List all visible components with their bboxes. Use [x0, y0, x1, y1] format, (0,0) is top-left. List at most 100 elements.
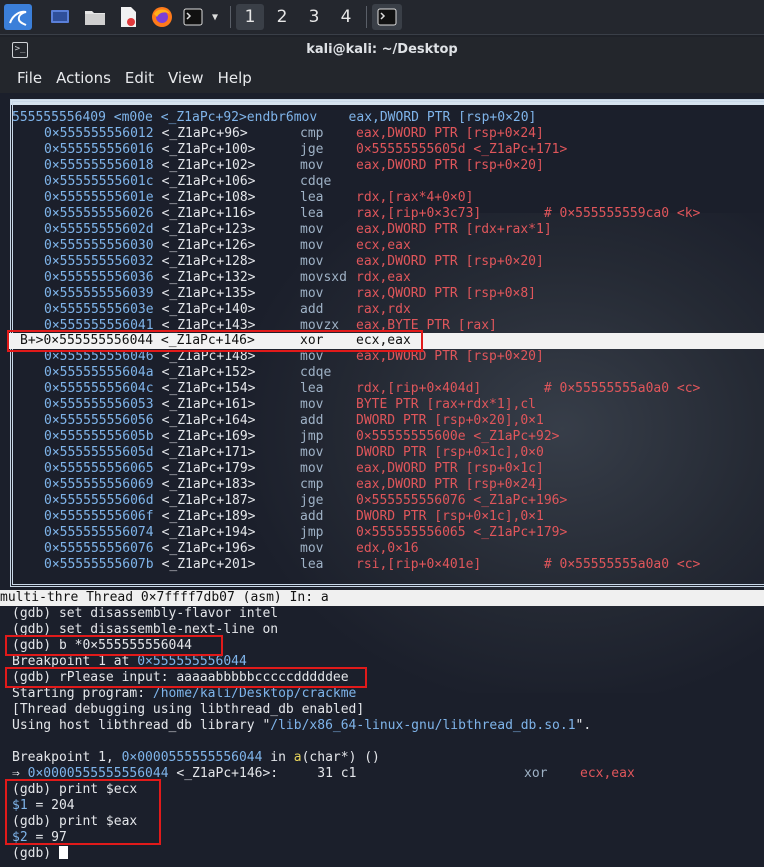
asm-row: 0×555555556056 <_Z1aPc+164> add DWORD PTR […	[44, 413, 544, 429]
asm-args: 0×555555556076 <_Z1aPc+196>	[356, 493, 568, 508]
asm-row: 0×555555556012 <_Z1aPc+96> cmp eax,DWORD PT…	[44, 126, 544, 142]
asm-op: mov	[300, 238, 324, 253]
gdb-line: Starting program: /home/kali/Desktop/cra…	[12, 686, 356, 702]
workspace-4[interactable]: 4	[332, 4, 360, 30]
workspace-label: 2	[276, 7, 288, 27]
asm-args: rsi,[rip+0×401e] # 0×55555555a0a0 <c>	[356, 557, 701, 572]
workspace-3[interactable]: 3	[300, 4, 328, 30]
asm-row: 0×555555556032 <_Z1aPc+128> mov eax,DWORD P…	[44, 254, 544, 270]
gdb-address: 0×0000555555556044	[121, 750, 263, 765]
asm-addr: 0×555555556030	[44, 238, 154, 253]
asm-sym: <_Z1aPc+169>	[161, 429, 256, 444]
asm-op: lea	[300, 557, 324, 572]
menu-file[interactable]: File	[17, 69, 42, 87]
gdb-func: a	[293, 750, 302, 765]
gdb-text: Using host libthread_db library "	[12, 718, 271, 733]
asm-addr: 0×555555556076	[44, 541, 154, 556]
asm-first-line: 555555556409 <m00e <_Z1aPc+92>endbr6mov …	[12, 110, 536, 126]
asm-op: jmp	[300, 525, 324, 540]
asm-sym: <_Z1aPc+126>	[161, 238, 256, 253]
asm-sym: <_Z1aPc+154>	[161, 381, 256, 396]
asm-args: eax,DWORD PTR [rsp+0×24]	[356, 477, 544, 492]
asm-sym: <_Z1aPc+183>	[161, 477, 256, 492]
asm-op: cdqe	[300, 365, 332, 380]
asm-args: 0×55555555605d <_Z1aPc+171>	[356, 142, 568, 157]
asm-args: rax,[rip+0×3c73] # 0×555555559ca0 <k>	[356, 206, 701, 221]
asm-op: cmp	[300, 477, 324, 492]
asm-first-text: 555555556409 <m00e <_Z1aPc+92>endbr6mov …	[12, 110, 537, 125]
gdb-line: Using host libthread_db library "/lib/x8…	[12, 718, 591, 734]
asm-row: 0×55555555602d <_Z1aPc+123> mov eax,DWORD P…	[44, 222, 552, 238]
asm-addr: 0×555555556018	[44, 158, 154, 173]
asm-row: 0×555555556016 <_Z1aPc+100> jge 0×555555556…	[44, 142, 567, 158]
asm-row: 0×555555556036 <_Z1aPc+132> movsxd rdx,eax	[44, 270, 411, 286]
gdb-prompt: (gdb)	[12, 846, 59, 861]
asm-sym: <_Z1aPc+116>	[161, 206, 256, 221]
menu-help[interactable]: Help	[218, 69, 252, 87]
annotation-box	[7, 330, 423, 352]
gdb-line: Breakpoint 1, 0×0000555555556044 in a(ch…	[12, 750, 380, 766]
gdb-text: (char*) ()	[301, 750, 380, 765]
asm-op: jmp	[300, 429, 324, 444]
asm-row: 0×555555556053 <_Z1aPc+161> mov BYTE PTR [r…	[44, 397, 536, 413]
asm-sym: <_Z1aPc+171>	[161, 445, 256, 460]
asm-args: eax,DWORD PTR [rsp+0×1c]	[356, 461, 544, 476]
asm-addr: 0×55555555602d	[44, 222, 154, 237]
asm-row: 0×55555555605d <_Z1aPc+171> mov DWORD PTR […	[44, 445, 544, 461]
asm-addr: 0×555555556016	[44, 142, 154, 157]
asm-args: 0×55555555600e <_Z1aPc+92>	[356, 429, 560, 444]
firefox-icon[interactable]	[149, 4, 175, 30]
editor-icon[interactable]	[116, 4, 140, 30]
chevron-down-icon[interactable]: ▼	[207, 4, 223, 30]
terminal-task-button[interactable]	[372, 4, 402, 30]
terminal-area[interactable]: 555555556409 <m00e <_Z1aPc+92>endbr6mov …	[0, 93, 764, 867]
asm-sym: <_Z1aPc+128>	[161, 254, 256, 269]
asm-addr: 0×55555555604a	[44, 365, 154, 380]
menu-edit[interactable]: Edit	[125, 69, 154, 87]
asm-args: DWORD PTR [rsp+0×1c],0×0	[356, 445, 544, 460]
workspace-icon[interactable]	[48, 4, 72, 30]
asm-addr: 0×55555555607b	[44, 557, 154, 572]
gdb-prompt-line[interactable]: (gdb)	[12, 846, 68, 862]
asm-op: movsxd	[300, 270, 347, 285]
asm-args: DWORD PTR [rsp+0×1c],0×1	[356, 509, 544, 524]
asm-args: rax,rdx	[356, 302, 411, 317]
asm-row: 0×55555555601c <_Z1aPc+106> cdqe	[44, 174, 331, 190]
gdb-text: Breakpoint 1,	[12, 750, 122, 765]
asm-row: 0×555555556069 <_Z1aPc+183> cmp eax,DWORD P…	[44, 477, 544, 493]
workspace-2[interactable]: 2	[268, 4, 296, 30]
asm-sym: <_Z1aPc+106>	[161, 174, 256, 189]
asm-addr: 0×55555555606d	[44, 493, 154, 508]
asm-sym: <_Z1aPc+140>	[161, 302, 256, 317]
gdb-status-line: multi-thre Thread 0×7ffff7db07 (asm) In:…	[0, 590, 764, 606]
menu-actions[interactable]: Actions	[56, 69, 111, 87]
asm-row: 0×555555556039 <_Z1aPc+135> mov rax,QWORD P…	[44, 286, 536, 302]
menu-bar: File Actions Edit View Help	[0, 63, 764, 93]
asm-sym: <_Z1aPc+179>	[161, 461, 256, 476]
menu-view[interactable]: View	[168, 69, 204, 87]
files-icon[interactable]	[82, 4, 108, 30]
window-titlebar[interactable]: >_ kali@kali: ~/Desktop	[0, 37, 764, 63]
asm-args: rdx,[rip+0×404d] # 0×55555555a0a0 <c>	[356, 381, 701, 396]
asm-sym: <_Z1aPc+135>	[161, 286, 256, 301]
window-title: kali@kali: ~/Desktop	[306, 42, 458, 57]
gdb-text: ".	[575, 718, 592, 733]
workspace-1[interactable]: 1	[236, 4, 264, 30]
asm-addr: 0×55555555601c	[44, 174, 154, 189]
asm-op: lea	[300, 206, 324, 221]
text-cursor	[58, 846, 68, 859]
asm-row: 0×555555556076 <_Z1aPc+196> mov edx,0×16	[44, 541, 419, 557]
workspace-label: 3	[308, 7, 320, 27]
kali-logo-icon[interactable]	[4, 4, 32, 30]
asm-op: jge	[300, 142, 324, 157]
asm-sym: <_Z1aPc+123>	[161, 222, 256, 237]
asm-addr: 0×55555555605b	[44, 429, 154, 444]
gdb-text: <_Z1aPc+146>:	[168, 766, 279, 781]
annotation-box	[5, 635, 223, 656]
asm-addr: 0×555555556065	[44, 461, 154, 476]
asm-sym: <_Z1aPc+201>	[161, 557, 256, 572]
asm-op: mov	[300, 158, 324, 173]
terminal-icon[interactable]	[182, 4, 204, 30]
asm-addr: 0×555555556053	[44, 397, 154, 412]
asm-addr: 0×555555556032	[44, 254, 154, 269]
